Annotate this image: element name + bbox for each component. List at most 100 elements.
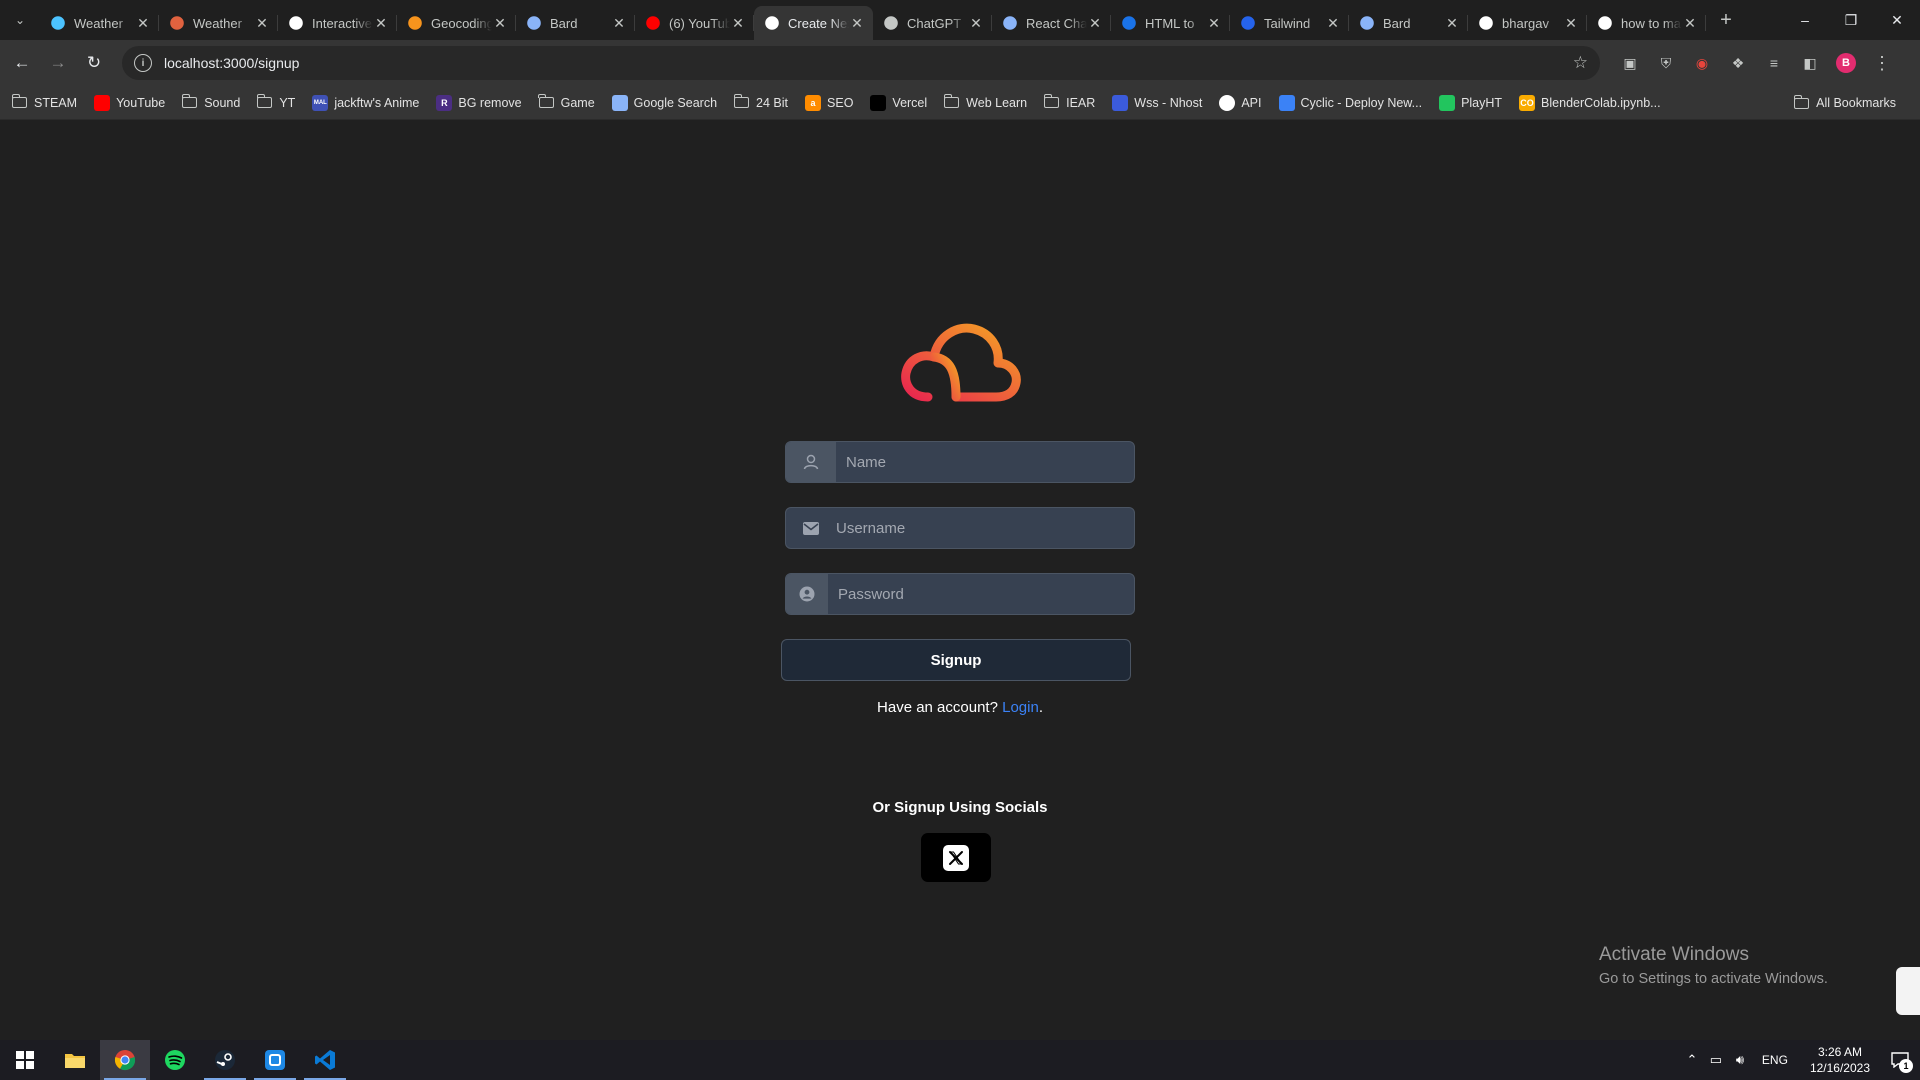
- tray-chevron-up-icon[interactable]: ⌃: [1680, 1052, 1704, 1068]
- bookmark-1[interactable]: YouTube: [94, 89, 182, 117]
- new-tab-plus-icon[interactable]: +: [1712, 6, 1740, 34]
- vscode-icon[interactable]: [300, 1040, 350, 1080]
- tab-close-icon[interactable]: ✕: [373, 15, 389, 32]
- signup-page: Signup Have an account? Login. Or Signup…: [0, 121, 1920, 1040]
- extensions-puzzle-icon[interactable]: ❖: [1720, 46, 1756, 80]
- bookmark-16[interactable]: PlayHT: [1439, 89, 1519, 117]
- chrome-icon[interactable]: [100, 1040, 150, 1080]
- password-field[interactable]: [785, 573, 1135, 615]
- name-input[interactable]: [836, 442, 1134, 482]
- edge-side-tab[interactable]: [1896, 967, 1920, 1015]
- tab-9[interactable]: HTML to ✕: [1111, 6, 1230, 40]
- reload-icon[interactable]: ↻: [76, 45, 112, 81]
- color-extension-icon[interactable]: ◉: [1684, 46, 1720, 80]
- bookmark-6[interactable]: Game: [538, 89, 612, 117]
- bookmark-label: BG remove: [458, 95, 522, 110]
- steam-icon[interactable]: [200, 1040, 250, 1080]
- app-icon[interactable]: [250, 1040, 300, 1080]
- tab-6[interactable]: Create Next App✕: [754, 6, 873, 40]
- bookmark-13[interactable]: Wss - Nhost: [1112, 89, 1219, 117]
- tab-close-icon[interactable]: ✕: [1206, 15, 1222, 32]
- all-bookmarks-label: All Bookmarks: [1816, 96, 1896, 110]
- tab-8[interactable]: React Chart✕: [992, 6, 1111, 40]
- windows-start-icon[interactable]: [0, 1040, 50, 1080]
- tab-7[interactable]: ChatGPT ✕: [873, 6, 992, 40]
- tab-12[interactable]: bhargav ✕: [1468, 6, 1587, 40]
- username-input[interactable]: [826, 508, 1134, 548]
- tab-close-icon[interactable]: ✕: [849, 15, 865, 32]
- login-link[interactable]: Login: [1002, 699, 1039, 716]
- bookmark-0[interactable]: STEAM: [11, 89, 94, 117]
- bookmark-12[interactable]: IEAR: [1043, 89, 1112, 117]
- bookmark-2[interactable]: Sound: [181, 89, 257, 117]
- signup-button[interactable]: Signup: [781, 639, 1131, 681]
- bookmark-11[interactable]: Web Learn: [943, 89, 1044, 117]
- tab-1[interactable]: Weather ✕: [159, 6, 278, 40]
- network-icon[interactable]: ▭: [1704, 1052, 1728, 1068]
- tab-5[interactable]: (6) YouTube✕: [635, 6, 754, 40]
- tab-11[interactable]: Bard ✕: [1349, 6, 1468, 40]
- bookmark-3[interactable]: YT: [256, 89, 312, 117]
- all-bookmarks-button[interactable]: All Bookmarks: [1793, 89, 1906, 117]
- username-field[interactable]: [785, 507, 1135, 549]
- tab-search-chevron-icon[interactable]: ⌄: [0, 0, 40, 40]
- bookmark-9[interactable]: a SEO: [805, 89, 870, 117]
- minimize-icon[interactable]: –: [1782, 0, 1828, 40]
- tab-0[interactable]: Weather ✕: [40, 6, 159, 40]
- clock[interactable]: 3:26 AM 12/16/2023: [1810, 1044, 1870, 1076]
- tab-close-icon[interactable]: ✕: [1682, 15, 1698, 32]
- bookmark-14[interactable]: API: [1219, 89, 1278, 117]
- forward-arrow-icon[interactable]: →: [40, 45, 76, 81]
- volume-icon[interactable]: 🔊︎: [1728, 1052, 1752, 1068]
- tab-close-icon[interactable]: ✕: [254, 15, 270, 32]
- close-window-icon[interactable]: ✕: [1874, 0, 1920, 40]
- password-input[interactable]: [828, 574, 1134, 614]
- tab-title: HTML to: [1145, 15, 1195, 31]
- tab-close-icon[interactable]: ✕: [492, 15, 508, 32]
- tab-close-icon[interactable]: ✕: [730, 15, 746, 32]
- browser-menu-icon[interactable]: ⋮: [1864, 46, 1900, 80]
- github-icon: [1479, 16, 1493, 30]
- tab-close-icon[interactable]: ✕: [1563, 15, 1579, 32]
- tab-close-icon[interactable]: ✕: [1325, 15, 1341, 32]
- tab-close-icon[interactable]: ✕: [968, 15, 984, 32]
- bookmark-5[interactable]: R BG remove: [436, 89, 538, 117]
- site-info-icon[interactable]: i: [134, 54, 152, 72]
- address-bar[interactable]: i localhost:3000/signup ☆: [122, 46, 1600, 80]
- screen-capture-extension-icon[interactable]: ▣: [1612, 46, 1648, 80]
- media-controls-icon[interactable]: ≡: [1756, 46, 1792, 80]
- bookmark-label: Game: [560, 95, 595, 110]
- notification-center-icon[interactable]: 1: [1880, 1040, 1920, 1080]
- period: .: [1038, 699, 1043, 716]
- profile-avatar[interactable]: B: [1828, 46, 1864, 80]
- tab-13[interactable]: how to make✕: [1587, 6, 1706, 40]
- bookmark-15[interactable]: Cyclic - Deploy New...: [1278, 89, 1440, 117]
- restore-icon[interactable]: ❐: [1828, 0, 1874, 40]
- bookmark-17[interactable]: CO BlenderColab.ipynb...: [1519, 89, 1678, 117]
- tab-close-icon[interactable]: ✕: [1087, 15, 1103, 32]
- shield-extension-icon[interactable]: ⛨: [1648, 46, 1684, 80]
- tab-2[interactable]: Interactive ✕: [278, 6, 397, 40]
- tab-10[interactable]: Tailwind ✕: [1230, 6, 1349, 40]
- notification-count-badge: 1: [1899, 1059, 1913, 1073]
- spotify-icon[interactable]: [150, 1040, 200, 1080]
- tab-close-icon[interactable]: ✕: [135, 15, 151, 32]
- back-arrow-icon[interactable]: ←: [4, 45, 40, 81]
- tab-close-icon[interactable]: ✕: [1444, 15, 1460, 32]
- bookmark-label: YT: [279, 95, 296, 110]
- tab-close-icon[interactable]: ✕: [611, 15, 627, 32]
- bookmark-star-icon[interactable]: ☆: [1573, 53, 1588, 73]
- side-panel-icon[interactable]: ◧: [1792, 46, 1828, 80]
- vercel-triangle-icon: [765, 16, 779, 30]
- bookmark-10[interactable]: Vercel: [870, 89, 944, 117]
- bookmark-8[interactable]: 24 Bit: [733, 89, 805, 117]
- tab-3[interactable]: Geocoding ✕: [397, 6, 516, 40]
- x-signup-button[interactable]: [921, 833, 991, 882]
- bookmark-4[interactable]: MAL jackftw's Anime: [312, 89, 436, 117]
- url-text[interactable]: localhost:3000/signup: [164, 55, 1573, 71]
- file-explorer-icon[interactable]: [50, 1040, 100, 1080]
- name-field[interactable]: [785, 441, 1135, 483]
- bookmark-7[interactable]: Google Search: [611, 89, 734, 117]
- language-indicator[interactable]: ENG: [1762, 1053, 1788, 1067]
- tab-4[interactable]: Bard ✕: [516, 6, 635, 40]
